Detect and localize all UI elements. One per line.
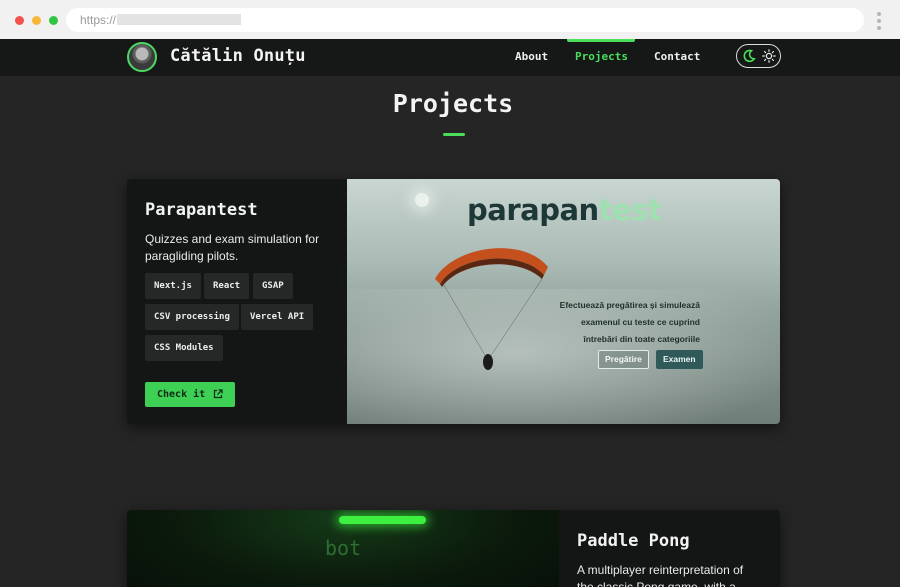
- parapantest-logo: parapantest: [467, 193, 662, 227]
- tech-tag: CSV processing: [145, 304, 239, 330]
- nav-link-about[interactable]: About: [515, 50, 548, 63]
- project-card-parapantest: Parapantest Quizzes and exam simulation …: [127, 179, 780, 424]
- screenshot-examen-button: Examen: [656, 350, 703, 369]
- project-screenshot[interactable]: bot: [127, 510, 559, 587]
- sun-glow: [415, 193, 429, 207]
- tech-tag: GSAP: [253, 273, 293, 299]
- avatar[interactable]: [127, 42, 157, 72]
- address-bar[interactable]: https://: [66, 8, 864, 32]
- minimize-window-dot[interactable]: [32, 16, 41, 25]
- site-brand[interactable]: Cătălin Onuțu: [170, 46, 306, 66]
- theme-toggle[interactable]: [736, 44, 781, 68]
- project-name: Parapantest: [145, 200, 258, 220]
- nav-link-contact[interactable]: Contact: [654, 50, 700, 63]
- nav-link-projects[interactable]: Projects: [575, 50, 628, 63]
- site-header: Cătălin Onuțu About Projects Contact: [0, 39, 900, 76]
- bot-label: bot: [325, 536, 362, 560]
- project-name: Paddle Pong: [577, 531, 690, 551]
- moon-icon: [743, 49, 756, 63]
- tech-tag: Next.js: [145, 273, 201, 299]
- tech-tag: CSS Modules: [145, 335, 223, 361]
- maximize-window-dot[interactable]: [49, 16, 58, 25]
- screenshot-tagline: Efectuează pregătirea și simulează exame…: [559, 300, 700, 344]
- active-nav-indicator: [567, 39, 635, 42]
- url-scheme: https://: [80, 13, 117, 27]
- check-it-button[interactable]: Check it: [145, 382, 235, 407]
- redacted-url: [117, 14, 241, 25]
- title-underline: [443, 133, 465, 136]
- browser-chrome: https://: [0, 0, 900, 39]
- project-screenshot[interactable]: parapantest Efectuează pregătirea și sim…: [347, 179, 780, 424]
- close-window-dot[interactable]: [15, 16, 24, 25]
- project-description: Quizzes and exam simulation for paraglid…: [145, 232, 320, 263]
- sun-icon: [762, 49, 776, 63]
- check-it-label: Check it: [157, 389, 206, 400]
- browser-menu-icon[interactable]: [877, 12, 881, 30]
- external-link-icon: [213, 389, 223, 399]
- page-title: Projects: [392, 89, 514, 118]
- project-card-paddle-pong: bot Paddle Pong A multiplayer reinterpre…: [127, 510, 780, 587]
- tech-tag: Vercel API: [241, 304, 314, 330]
- tech-tag: React: [204, 273, 250, 299]
- project-description: A multiplayer reinterpretation of the cl…: [577, 563, 744, 587]
- pong-paddle: [339, 516, 426, 524]
- screenshot-pregatire-button: Pregătire: [598, 350, 649, 369]
